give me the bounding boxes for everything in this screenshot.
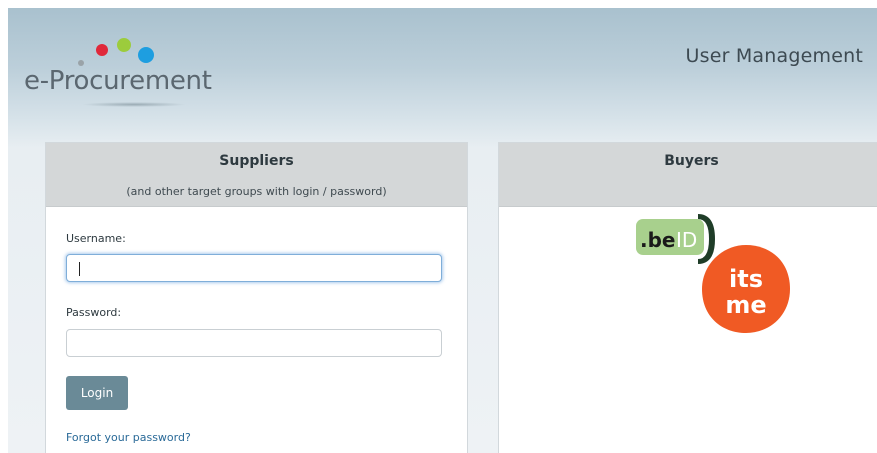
app-title: User Management — [685, 45, 863, 67]
logo-text: e-Procurement — [24, 66, 212, 96]
beid-logo-text-id: ID — [676, 228, 697, 252]
suppliers-subtitle: (and other target groups with login / pa… — [126, 185, 387, 198]
itsme-login-button[interactable]: its me — [700, 243, 792, 335]
logo-dot-blue — [138, 47, 154, 63]
forgot-password-link[interactable]: Forgot your password? — [66, 431, 191, 444]
beid-logo-text-be: .be — [640, 228, 675, 252]
itsme-logo-icon: its me — [702, 245, 790, 333]
suppliers-panel: Suppliers (and other target groups with … — [45, 142, 468, 453]
buyers-panel: Buyers .be ID its me — [498, 142, 877, 453]
logo-underline — [82, 102, 186, 107]
username-input[interactable] — [66, 254, 442, 282]
username-field-wrap — [46, 254, 467, 284]
itsme-logo-text-its: its — [729, 265, 763, 293]
suppliers-panel-header: Suppliers (and other target groups with … — [46, 143, 467, 207]
password-input[interactable] — [66, 329, 442, 357]
suppliers-title: Suppliers — [219, 153, 294, 169]
itsme-logo-text-me: me — [725, 291, 766, 319]
login-button[interactable]: Login — [66, 376, 128, 410]
password-label: Password: — [66, 306, 122, 319]
logo-dot-red — [96, 44, 108, 56]
username-label: Username: — [66, 232, 126, 245]
buyers-panel-header: Buyers — [499, 143, 877, 207]
e-procurement-logo[interactable]: e-Procurement — [24, 30, 224, 110]
buyers-title: Buyers — [664, 153, 719, 169]
logo-dot-green — [117, 38, 131, 52]
page: e-Procurement User Management Suppliers … — [8, 8, 877, 453]
text-cursor — [79, 262, 80, 276]
